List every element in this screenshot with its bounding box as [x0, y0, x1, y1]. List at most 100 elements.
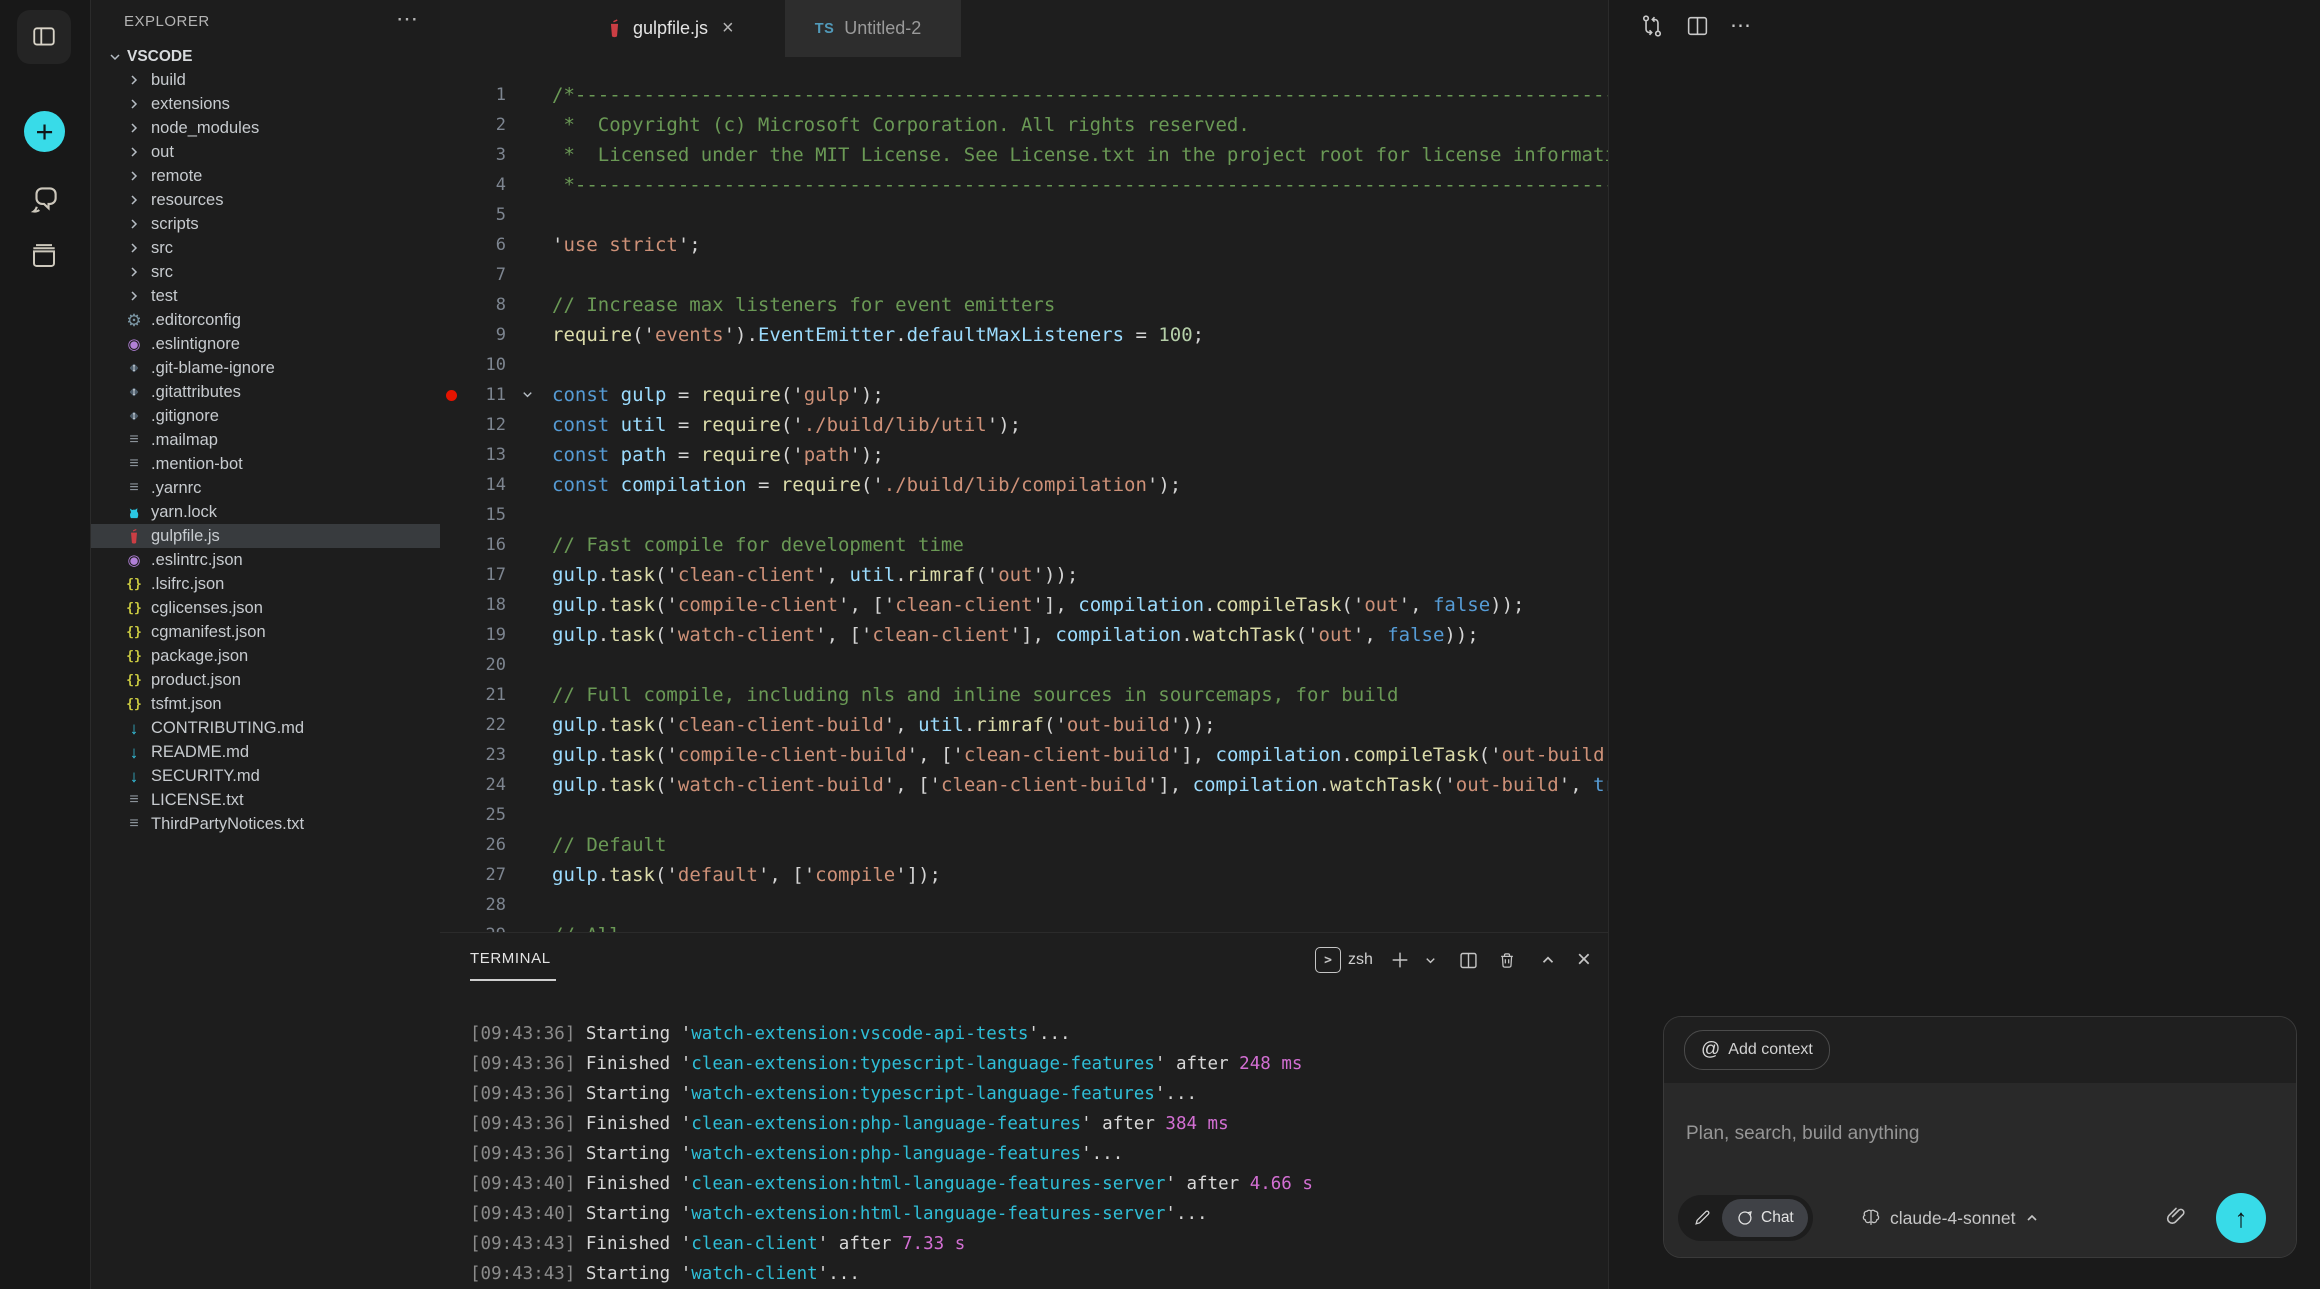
code-line[interactable]: 6'use strict';	[440, 230, 1608, 260]
compare-changes-icon[interactable]	[1639, 13, 1665, 39]
tree-file-.git-blame-ignore[interactable]: .git-blame-ignore	[91, 356, 440, 380]
tree-folder-remote[interactable]: remote	[91, 164, 440, 188]
tree-file-.lsifrc.json[interactable]: {}.lsifrc.json	[91, 572, 440, 596]
tree-file-.mention-bot[interactable]: ≡.mention-bot	[91, 452, 440, 476]
code-line[interactable]: 4 *-------------------------------------…	[440, 170, 1608, 200]
code-line[interactable]: 11const gulp = require('gulp');	[440, 380, 1608, 410]
gutter[interactable]: 26	[440, 830, 552, 860]
chat-bubbles-icon[interactable]	[28, 182, 62, 216]
tree-file-tsfmt.json[interactable]: {}tsfmt.json	[91, 692, 440, 716]
code-line[interactable]: 2 * Copyright (c) Microsoft Corporation.…	[440, 110, 1608, 140]
gutter[interactable]: 11	[440, 380, 552, 410]
tree-file-.editorconfig[interactable]: ⚙.editorconfig	[91, 308, 440, 332]
shell-icon[interactable]: >	[1315, 947, 1341, 973]
gutter[interactable]: 25	[440, 800, 552, 830]
gutter[interactable]: 7	[440, 260, 552, 290]
tree-folder-node_modules[interactable]: node_modules	[91, 116, 440, 140]
tab-gulpfile[interactable]: gulpfile.js ×	[580, 0, 760, 57]
code-line[interactable]: 29// All	[440, 920, 1608, 932]
gutter[interactable]: 14	[440, 470, 552, 500]
chat-input-area[interactable]: Plan, search, build anything Chat claude…	[1664, 1083, 2296, 1257]
tree-root-vscode[interactable]: VSCODE	[91, 44, 440, 70]
gutter[interactable]: 13	[440, 440, 552, 470]
code-line[interactable]: 17gulp.task('clean-client', util.rimraf(…	[440, 560, 1608, 590]
split-terminal-icon[interactable]	[1458, 950, 1479, 971]
tree-file-product.json[interactable]: {}product.json	[91, 668, 440, 692]
gutter[interactable]: 8	[440, 290, 552, 320]
model-selector[interactable]: claude-4-sonnet	[1860, 1195, 2040, 1241]
tree-file-README.md[interactable]: ↓README.md	[91, 740, 440, 764]
code-line[interactable]: 8// Increase max listeners for event emi…	[440, 290, 1608, 320]
gutter[interactable]: 20	[440, 650, 552, 680]
tree-folder-build[interactable]: build	[91, 68, 440, 92]
code-line[interactable]: 10	[440, 350, 1608, 380]
kill-terminal-icon[interactable]	[1497, 950, 1517, 971]
tree-file-LICENSE.txt[interactable]: ≡LICENSE.txt	[91, 788, 440, 812]
tree-folder-extensions[interactable]: extensions	[91, 92, 440, 116]
tree-folder-test[interactable]: test	[91, 284, 440, 308]
code-line[interactable]: 16// Fast compile for development time	[440, 530, 1608, 560]
gutter[interactable]: 9	[440, 320, 552, 350]
fold-chevron-icon[interactable]	[520, 387, 535, 402]
tree-file-cgmanifest.json[interactable]: {}cgmanifest.json	[91, 620, 440, 644]
gutter[interactable]: 22	[440, 710, 552, 740]
gutter[interactable]: 5	[440, 200, 552, 230]
new-terminal-button[interactable]	[1389, 949, 1411, 971]
code-line[interactable]: 20	[440, 650, 1608, 680]
tree-file-.gitattributes[interactable]: .gitattributes	[91, 380, 440, 404]
gutter[interactable]: 12	[440, 410, 552, 440]
mode-switcher[interactable]: Chat	[1678, 1195, 1813, 1241]
gutter[interactable]: 10	[440, 350, 552, 380]
code-line[interactable]: 25	[440, 800, 1608, 830]
more-actions-icon[interactable]: ⋯	[1730, 13, 1751, 39]
tree-file-ThirdPartyNotices.txt[interactable]: ≡ThirdPartyNotices.txt	[91, 812, 440, 836]
archive-icon[interactable]	[28, 240, 60, 272]
gutter[interactable]: 18	[440, 590, 552, 620]
code-line[interactable]: 15	[440, 500, 1608, 530]
code-line[interactable]: 3 * Licensed under the MIT License. See …	[440, 140, 1608, 170]
tab-close-icon[interactable]: ×	[722, 17, 734, 40]
code-line[interactable]: 19gulp.task('watch-client', ['clean-clie…	[440, 620, 1608, 650]
gutter[interactable]: 4	[440, 170, 552, 200]
tree-folder-out[interactable]: out	[91, 140, 440, 164]
code-editor[interactable]: 1/*-------------------------------------…	[440, 57, 1608, 932]
code-line[interactable]: 18gulp.task('compile-client', ['clean-cl…	[440, 590, 1608, 620]
terminal-output[interactable]: [09:43:36] Starting 'watch-extension:vsc…	[470, 1019, 1313, 1289]
gutter[interactable]: 21	[440, 680, 552, 710]
code-line[interactable]: 1/*-------------------------------------…	[440, 80, 1608, 110]
close-panel-icon[interactable]: ×	[1577, 946, 1591, 974]
tree-file-SECURITY.md[interactable]: ↓SECURITY.md	[91, 764, 440, 788]
tree-folder-scripts[interactable]: scripts	[91, 212, 440, 236]
code-line[interactable]: 14const compilation = require('./build/l…	[440, 470, 1608, 500]
maximize-panel-icon[interactable]	[1539, 951, 1557, 969]
tree-file-package.json[interactable]: {}package.json	[91, 644, 440, 668]
explorer-more-button[interactable]: ⋯	[396, 6, 418, 32]
new-chat-button[interactable]: +	[24, 111, 65, 152]
add-context-button[interactable]: @ Add context	[1684, 1030, 1830, 1070]
gutter[interactable]: 19	[440, 620, 552, 650]
gutter[interactable]: 3	[440, 140, 552, 170]
tree-file-.eslintignore[interactable]: ◉.eslintignore	[91, 332, 440, 356]
code-line[interactable]: 27gulp.task('default', ['compile']);	[440, 860, 1608, 890]
tree-folder-src[interactable]: src	[91, 260, 440, 284]
gutter[interactable]: 29	[440, 920, 552, 932]
gutter[interactable]: 1	[440, 80, 552, 110]
gutter[interactable]: 2	[440, 110, 552, 140]
gutter[interactable]: 16	[440, 530, 552, 560]
gutter[interactable]: 17	[440, 560, 552, 590]
code-line[interactable]: 21// Full compile, including nls and inl…	[440, 680, 1608, 710]
split-view-icon[interactable]	[1685, 13, 1710, 39]
sidebar-toggle-button[interactable]	[17, 10, 71, 64]
tree-file-yarn.lock[interactable]: yarn.lock	[91, 500, 440, 524]
code-line[interactable]: 26// Default	[440, 830, 1608, 860]
attach-file-icon[interactable]	[2164, 1203, 2188, 1229]
tree-file-.gitignore[interactable]: .gitignore	[91, 404, 440, 428]
gutter[interactable]: 27	[440, 860, 552, 890]
tree-file-gulpfile.js[interactable]: gulpfile.js	[91, 524, 440, 548]
tree-folder-resources[interactable]: resources	[91, 188, 440, 212]
gutter[interactable]: 23	[440, 740, 552, 770]
terminal-dropdown-icon[interactable]	[1423, 953, 1438, 968]
code-line[interactable]: 24gulp.task('watch-client-build', ['clea…	[440, 770, 1608, 800]
code-line[interactable]: 28	[440, 890, 1608, 920]
gutter[interactable]: 28	[440, 890, 552, 920]
